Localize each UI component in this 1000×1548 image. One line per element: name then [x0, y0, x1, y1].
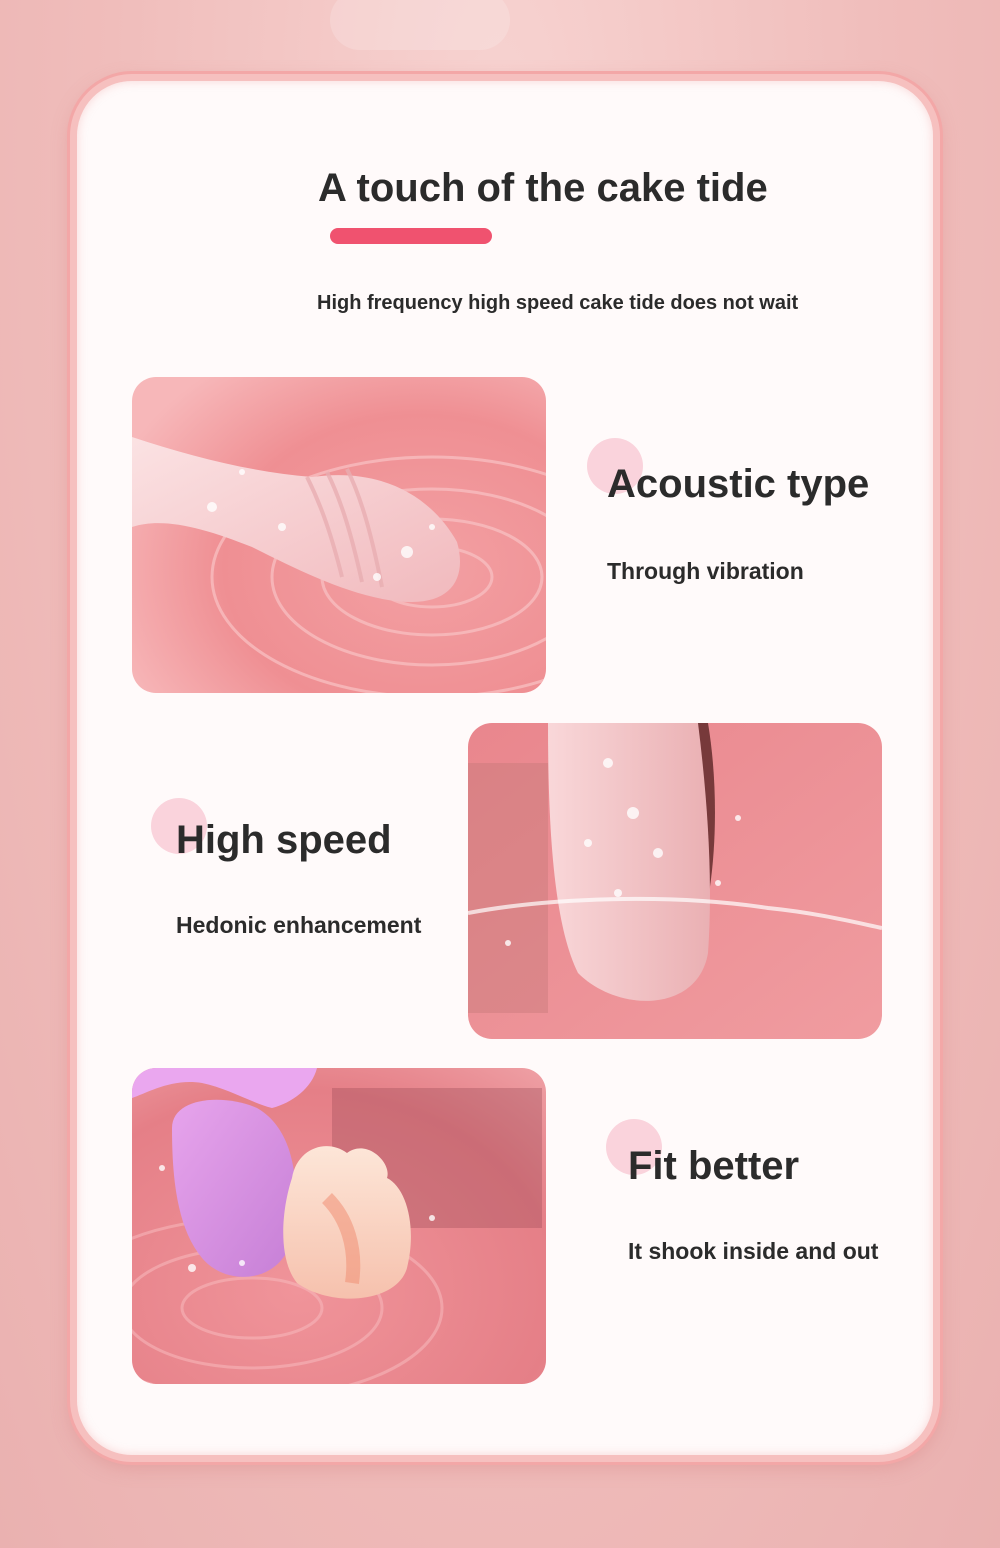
- feature-description-acoustic: Through vibration: [607, 558, 804, 584]
- feature-title-fit: Fit better: [628, 1144, 800, 1188]
- page-subtitle: High frequency high speed cake tide does…: [317, 292, 799, 314]
- page-title: A touch of the cake tide: [318, 166, 768, 210]
- feature-image-acoustic: [132, 377, 546, 693]
- feature-image-speed: [468, 723, 882, 1039]
- feature-description-speed: Hedonic enhancement: [176, 912, 422, 938]
- feature-title-acoustic: Acoustic type: [607, 462, 870, 506]
- title-underline: [330, 228, 492, 244]
- feature-image-fit: [132, 1068, 546, 1384]
- feature-description-fit: It shook inside and out: [628, 1238, 879, 1264]
- feature-title-speed: High speed: [176, 818, 392, 862]
- background-decoration: [330, 0, 510, 50]
